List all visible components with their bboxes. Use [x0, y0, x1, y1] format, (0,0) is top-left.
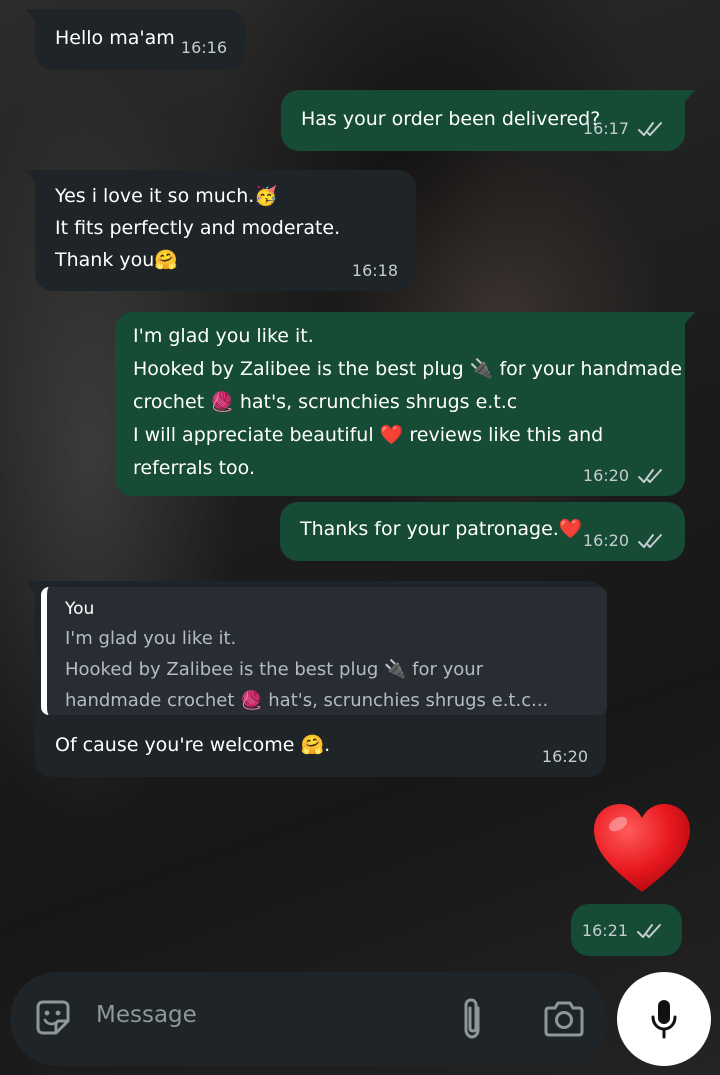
message-text: Yes i love it so much.🥳 It fits perfectl… [55, 185, 341, 271]
message-meta: 16:18 [352, 261, 398, 281]
double-check-icon [638, 122, 662, 136]
message-time: 16:17 [582, 119, 629, 138]
message-meta: 16:20 [583, 531, 667, 551]
message-time: 16:20 [582, 531, 629, 550]
message-composer[interactable]: Message [10, 972, 607, 1066]
heart-emoji[interactable] [590, 800, 694, 896]
camera-icon[interactable] [542, 999, 586, 1039]
sticker-icon[interactable] [32, 997, 74, 1039]
message-text: Of cause you're welcome 🤗. [55, 734, 331, 756]
message-text: Thanks for your patronage.❤️ [300, 518, 583, 540]
mic-button[interactable] [617, 972, 711, 1066]
mic-icon [651, 1000, 677, 1039]
double-check-icon [638, 534, 662, 548]
message-time: 16:21 [581, 921, 628, 940]
message-outgoing-order[interactable]: Has your order been delivered? 16:17 [281, 90, 695, 151]
message-time: 16:18 [351, 261, 398, 280]
quote-text: I'm glad you like it. Hooked by Zalibee … [65, 628, 549, 711]
message-text: Has your order been delivered? [301, 108, 601, 130]
message-meta: 16:20 [583, 466, 667, 486]
message-text: I'm glad you like it. Hooked by Zalibee … [133, 325, 683, 479]
message-outgoing-glad[interactable]: I'm glad you like it. Hooked by Zalibee … [115, 312, 695, 496]
message-meta: 16:20 [542, 747, 588, 767]
message-incoming-love[interactable]: Yes i love it so much.🥳 It fits perfectl… [25, 170, 416, 291]
message-input[interactable]: Message [96, 1002, 197, 1028]
message-time: 16:16 [180, 38, 227, 57]
quote-author: You [65, 599, 95, 619]
double-check-icon [637, 924, 661, 938]
message-time: 16:20 [541, 747, 588, 766]
message-meta: 16:17 [583, 119, 667, 139]
message-meta: 16:16 [181, 38, 227, 58]
message-meta: 16:21 [582, 921, 666, 941]
message-text: Hello ma'am [55, 27, 175, 49]
message-incoming-hello[interactable]: Hello ma'am 16:16 [25, 9, 245, 70]
quoted-message[interactable]: You I'm glad you like it. Hooked by Zali… [41, 587, 607, 715]
message-incoming-reply[interactable]: You I'm glad you like it. Hooked by Zali… [25, 581, 607, 777]
message-outgoing-heart-time[interactable]: 16:21 [571, 904, 682, 956]
double-check-icon [638, 469, 662, 483]
message-outgoing-thanks[interactable]: Thanks for your patronage.❤️ 16:20 [280, 502, 685, 561]
attach-icon[interactable] [458, 996, 488, 1042]
message-time: 16:20 [582, 466, 629, 485]
